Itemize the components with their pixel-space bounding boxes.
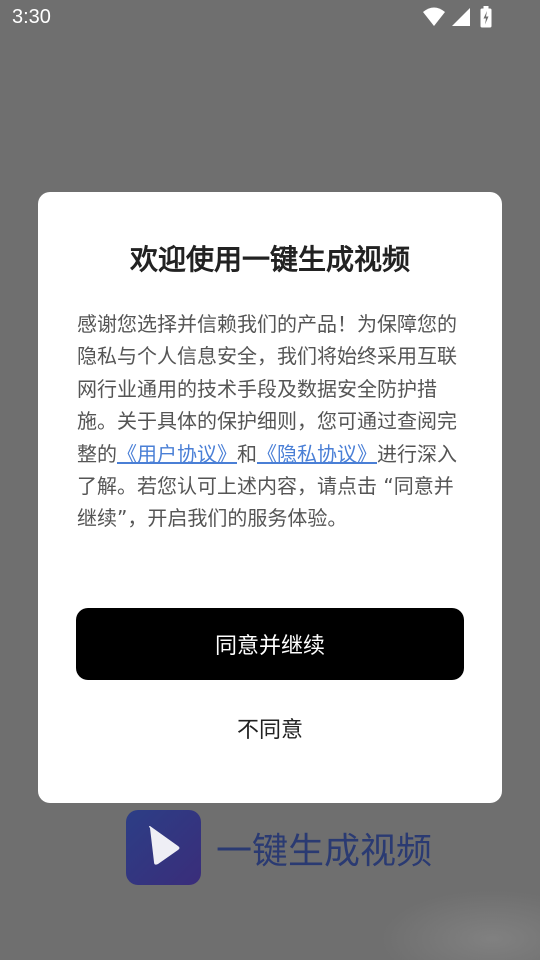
status-time: 3:30 bbox=[12, 6, 51, 28]
background-glow bbox=[380, 890, 540, 960]
battery-icon bbox=[480, 6, 492, 28]
app-logo bbox=[126, 810, 201, 885]
app-name: 一键生成视频 bbox=[216, 831, 433, 872]
disagree-button[interactable]: 不同意 bbox=[170, 706, 370, 750]
body-text-2: 和 bbox=[237, 441, 257, 466]
privacy-dialog: 欢迎使用一键生成视频 感谢您选择并信赖我们的产品！为保障您的隐私与个人信息安全，… bbox=[38, 192, 502, 803]
screen: 3:30 一键生成视频 欢迎使用一键生成视频 感谢您选择并信赖我们的产品！为保障… bbox=[0, 0, 540, 960]
dialog-title: 欢迎使用一键生成视频 bbox=[129, 243, 410, 276]
cellular-signal-icon bbox=[452, 8, 470, 26]
status-icons bbox=[422, 6, 502, 30]
privacy-agreement-link[interactable]: 《隐私协议》 bbox=[257, 442, 377, 466]
wifi-icon bbox=[423, 7, 445, 26]
status-bar: 3:30 bbox=[0, 0, 540, 36]
dialog-body: 感谢您选择并信赖我们的产品！为保障您的隐私与个人信息安全，我们将始终采用互联网行… bbox=[77, 308, 457, 535]
agree-and-continue-button[interactable]: 同意并继续 bbox=[76, 608, 464, 680]
user-agreement-link[interactable]: 《用户协议》 bbox=[117, 442, 237, 466]
play-icon bbox=[149, 826, 180, 865]
